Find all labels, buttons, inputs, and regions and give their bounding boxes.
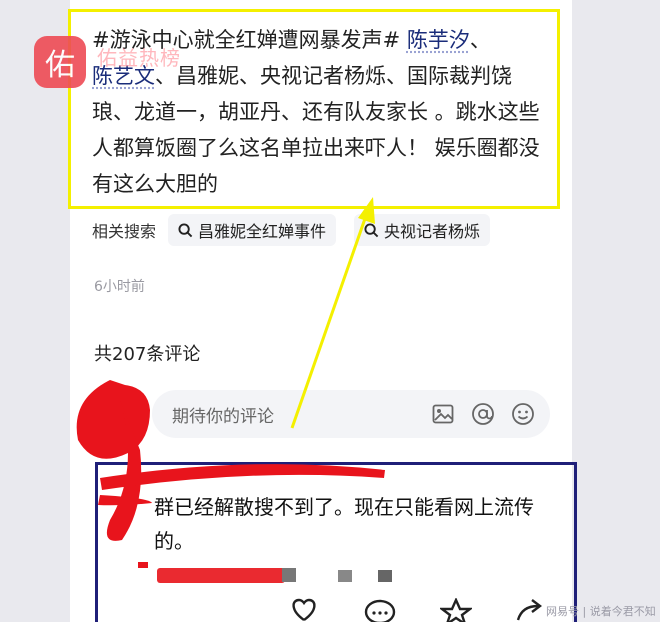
app-logo: 佑	[34, 36, 86, 88]
yellow-arrow-annotation	[290, 197, 375, 429]
heart-icon[interactable]	[288, 598, 320, 622]
star-icon[interactable]	[440, 598, 472, 622]
logo-watermark-text: 佑益热榜	[97, 46, 181, 70]
source-watermark: 网易号 | 说着今君不知	[546, 605, 656, 618]
share-icon[interactable]	[514, 598, 546, 622]
comment-icon[interactable]	[364, 598, 396, 622]
